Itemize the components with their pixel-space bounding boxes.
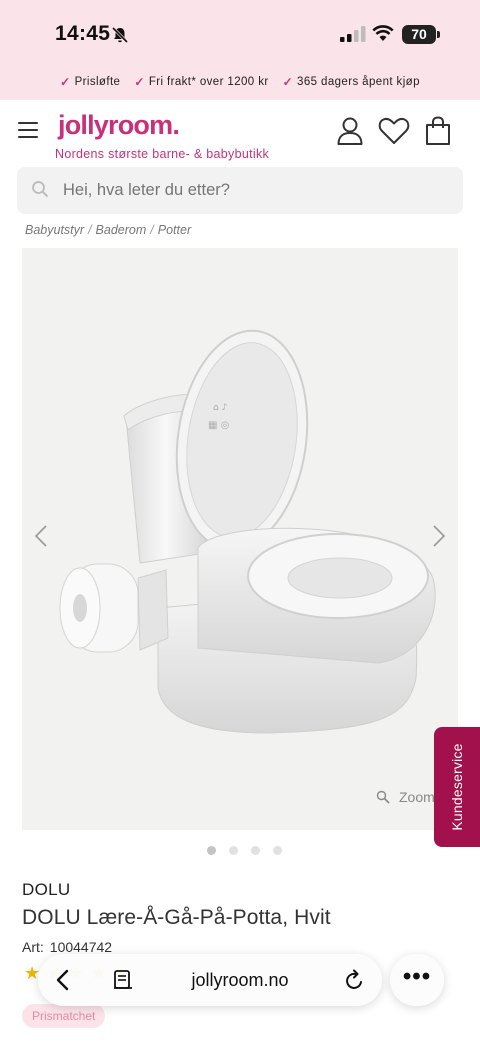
gallery-dot[interactable]	[229, 846, 238, 855]
account-icon[interactable]	[336, 116, 364, 146]
product-title: DOLU Lære-Å-Gå-På-Potta, Hvit	[22, 906, 331, 929]
usp-bar: ✓ Prisløfte ✓ Fri frakt* over 1200 kr ✓ 365…	[0, 64, 480, 100]
breadcrumb-item[interactable]: Babyutstyr	[25, 223, 84, 237]
search-bar[interactable]	[17, 167, 463, 214]
battery-icon: 70	[402, 25, 440, 44]
bell-slash-icon	[111, 26, 129, 44]
breadcrumb-item[interactable]: Potter	[158, 223, 191, 237]
page-menu-icon[interactable]	[112, 969, 134, 991]
svg-text:⌂ ♪: ⌂ ♪	[213, 403, 227, 413]
usp-item: ✓ Prisløfte	[60, 75, 120, 89]
status-bar: 14:45 70	[0, 0, 480, 64]
prismatchet-badge: Prismatchet	[22, 1004, 106, 1028]
usp-label: Fri frakt* over 1200 kr	[148, 76, 269, 88]
breadcrumb-separator: /	[150, 223, 154, 237]
svg-text:▦ ◎: ▦ ◎	[208, 420, 229, 431]
zoom-label: Zoom	[399, 789, 435, 805]
article-number: Art: 10044742	[22, 939, 112, 955]
site-header: jollyroom. Nordens største barne- & baby…	[0, 100, 480, 164]
gallery-pagination	[207, 846, 282, 855]
reload-icon[interactable]	[344, 968, 366, 992]
usp-label: 365 dagers åpent kjøp	[297, 76, 420, 88]
article-value: 10044742	[49, 939, 113, 955]
product-brand[interactable]: DOLU	[22, 880, 70, 900]
signal-icon	[340, 26, 366, 42]
status-time: 14:45	[55, 22, 111, 45]
check-icon: ✓	[60, 75, 71, 89]
browser-address-bar[interactable]: jollyroom.no	[38, 954, 382, 1006]
gallery-dot[interactable]	[251, 846, 260, 855]
zoom-button[interactable]: Zoom	[376, 789, 435, 805]
browser-url[interactable]: jollyroom.no	[150, 954, 330, 1006]
product-image-gallery[interactable]: ⌂ ♪ ▦ ◎ Zoom	[22, 248, 458, 830]
menu-icon[interactable]	[18, 122, 38, 138]
search-input[interactable]	[63, 167, 443, 214]
breadcrumb-item[interactable]: Baderom	[96, 223, 147, 237]
check-icon: ✓	[282, 75, 294, 89]
gallery-dot[interactable]	[273, 846, 282, 855]
usp-label: Prisløfte	[74, 76, 121, 88]
kundeservice-label: Kundeservice	[449, 743, 465, 831]
cart-bag-icon[interactable]	[425, 116, 451, 146]
wifi-icon	[372, 25, 394, 41]
check-icon: ✓	[134, 75, 145, 89]
usp-item: ✓ 365 dagers åpent kjøp	[283, 75, 420, 89]
product-image-potty: ⌂ ♪ ▦ ◎	[59, 329, 436, 734]
breadcrumb-separator: /	[88, 223, 92, 237]
article-label: Art:	[22, 939, 44, 955]
tagline: Nordens største barne- & babybutikk	[55, 147, 270, 161]
logo[interactable]: jollyroom.	[58, 110, 180, 141]
wishlist-heart-icon[interactable]	[378, 116, 410, 146]
breadcrumb: Babyutstyr / Baderom / Potter	[25, 223, 191, 237]
more-options-button[interactable]: •••	[390, 954, 444, 1006]
chevron-left-icon[interactable]	[34, 524, 48, 548]
gallery-dot[interactable]	[207, 846, 216, 855]
search-icon	[32, 181, 49, 198]
zoom-icon	[376, 790, 390, 804]
usp-item: ✓ Fri frakt* over 1200 kr	[134, 75, 268, 89]
back-chevron-icon[interactable]	[52, 968, 74, 992]
kundeservice-tab[interactable]: Kundeservice	[434, 727, 480, 847]
